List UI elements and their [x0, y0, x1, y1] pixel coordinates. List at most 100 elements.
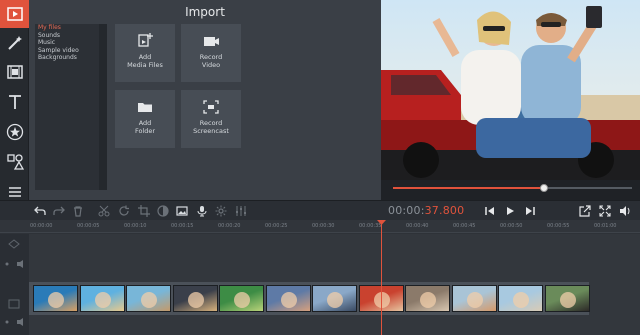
scissors-icon	[98, 205, 110, 217]
ruler-tick: 00:00:50	[500, 223, 523, 229]
redo-button[interactable]	[51, 203, 67, 219]
add-media-icon	[138, 33, 153, 47]
delete-button[interactable]	[70, 203, 86, 219]
rotate-button[interactable]	[116, 203, 132, 219]
list-scrollbar[interactable]	[99, 24, 107, 190]
filters-tab[interactable]	[0, 29, 29, 57]
ruler-tick: 00:00:05	[77, 223, 100, 229]
fullscreen-button[interactable]	[597, 203, 613, 219]
video-clip[interactable]	[544, 285, 590, 312]
timecode-value: 37.800	[424, 204, 465, 217]
titles-tab[interactable]	[0, 88, 29, 116]
clip-thumbnail	[94, 292, 111, 308]
video-clip[interactable]	[265, 285, 311, 312]
playback-progress-track[interactable]	[393, 184, 632, 192]
crop-button[interactable]	[136, 203, 152, 219]
playhead[interactable]	[381, 220, 382, 335]
playback-progress-handle[interactable]	[539, 184, 548, 192]
color-adjust-button[interactable]	[155, 203, 171, 219]
clip-thumbnail	[420, 292, 436, 308]
contrast-icon	[157, 205, 169, 217]
microphone-icon	[197, 206, 207, 217]
video-clip[interactable]	[126, 285, 171, 312]
folder-icon	[138, 103, 152, 112]
file-category-item[interactable]: Music	[35, 39, 99, 47]
timeline-tracks[interactable]	[29, 234, 640, 335]
callouts-tab[interactable]	[0, 148, 29, 176]
film-icon	[6, 65, 23, 79]
file-category-item[interactable]: Sample video	[35, 47, 99, 55]
file-category-item[interactable]: My files	[35, 24, 99, 32]
ruler-tick: 00:00:40	[406, 223, 429, 229]
add-media-files-button[interactable]: Add Media Files	[115, 24, 175, 82]
clip-properties-button[interactable]	[213, 203, 229, 219]
video-track-icon	[8, 299, 20, 309]
equalizer-button[interactable]	[233, 203, 249, 219]
video-clip[interactable]	[451, 285, 497, 312]
ruler-tick: 00:00:25	[265, 223, 288, 229]
text-icon	[8, 95, 21, 109]
rotate-icon	[119, 205, 129, 216]
clip-thumbnail	[141, 292, 157, 308]
list-icon	[8, 187, 21, 197]
import-panel: Import My files Sounds Music Sample vide…	[29, 0, 381, 200]
clip-thumbnail	[327, 292, 343, 308]
clip-thumbnail	[559, 292, 576, 308]
record-video-button[interactable]: Record Video	[181, 24, 241, 82]
transitions-tab[interactable]	[0, 58, 29, 86]
video-clip[interactable]	[219, 285, 264, 312]
video-clip[interactable]	[498, 285, 543, 312]
import-title: Import	[185, 5, 225, 19]
clip-thumbnail	[466, 292, 483, 308]
file-category-item[interactable]: Sounds	[35, 32, 99, 40]
camera-icon	[204, 37, 219, 46]
ruler-tick: 00:00:20	[218, 223, 241, 229]
play-button[interactable]	[502, 203, 518, 219]
video-clip[interactable]	[33, 285, 78, 312]
gear-icon	[215, 205, 227, 217]
preview-video-frame[interactable]	[381, 0, 640, 180]
stickers-tab[interactable]	[0, 118, 29, 146]
ruler-tick: 00:00:10	[124, 223, 147, 229]
import-tab[interactable]	[0, 0, 29, 28]
timeline-ruler[interactable]: 00:00:00 00:00:05 00:00:10 00:00:15 00:0…	[0, 220, 640, 233]
crop-icon	[138, 205, 150, 217]
track-headers	[0, 234, 29, 335]
clip-thumbnail	[187, 292, 204, 308]
clip-thumbnail	[280, 292, 297, 308]
screencast-icon	[203, 100, 219, 114]
next-frame-button[interactable]	[522, 203, 538, 219]
volume-icon	[620, 206, 630, 216]
timecode-prefix: 00:00:	[388, 204, 425, 217]
video-editor-window: Import My files Sounds Music Sample vide…	[0, 0, 640, 335]
ruler-tick: 00:00:15	[171, 223, 194, 229]
export-button[interactable]	[577, 203, 593, 219]
shapes-icon	[6, 154, 24, 170]
magic-wand-icon	[7, 36, 22, 50]
previous-frame-button[interactable]	[482, 203, 498, 219]
add-folder-label: Add Folder	[134, 119, 156, 135]
track-mute-icon	[17, 260, 23, 268]
star-icon	[6, 123, 23, 141]
video-clip[interactable]	[312, 285, 357, 312]
video-clip[interactable]	[405, 285, 450, 312]
clip-thumbnail	[48, 292, 64, 308]
playback-progress-fill	[393, 187, 544, 189]
video-clip[interactable]	[79, 285, 125, 312]
record-screencast-button[interactable]: Record Screencast	[181, 90, 241, 148]
cut-button[interactable]	[96, 203, 112, 219]
volume-button[interactable]	[617, 203, 633, 219]
ruler-tick: 00:00:30	[312, 223, 335, 229]
clip-thumbnail	[513, 292, 529, 308]
undo-icon	[34, 206, 46, 215]
undo-button[interactable]	[32, 203, 48, 219]
image-button[interactable]	[174, 203, 190, 219]
fullscreen-icon	[599, 205, 611, 217]
file-category-item[interactable]: Backgrounds	[35, 54, 99, 62]
add-folder-button[interactable]: Add Folder	[115, 90, 175, 148]
video-clip[interactable]	[172, 285, 218, 312]
record-audio-button[interactable]	[194, 203, 210, 219]
overlay-track-icon	[8, 239, 20, 249]
track-visibility-icon	[5, 262, 9, 266]
redo-icon	[53, 206, 65, 215]
